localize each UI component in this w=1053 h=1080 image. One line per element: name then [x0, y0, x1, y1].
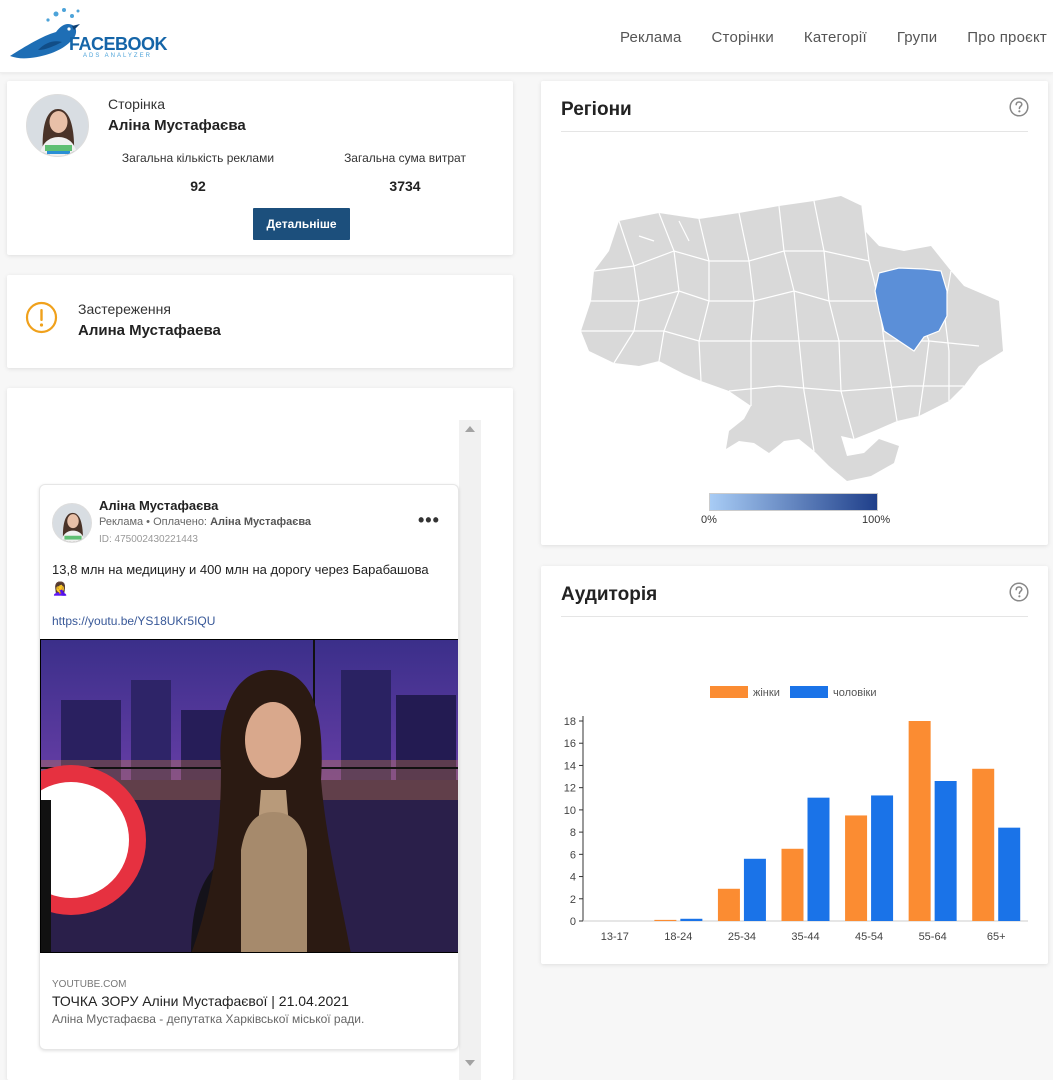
x-tick-label: 13-17 [601, 931, 629, 943]
warning-card: Застереження Алина Мустафаева [7, 275, 513, 368]
y-tick-label: 12 [564, 783, 576, 795]
total-ads-value: 92 [190, 178, 206, 194]
bar-female [908, 721, 931, 921]
x-tick-label: 25-34 [728, 931, 756, 943]
y-tick-label: 4 [570, 872, 576, 884]
nav-groups[interactable]: Групи [897, 29, 937, 46]
post-avatar [52, 503, 92, 543]
post-title[interactable]: ТОЧКА ЗОРУ Аліни Мустафаєвої | 21.04.202… [52, 993, 349, 1009]
help-icon[interactable] [1009, 97, 1029, 122]
post-source: YOUTUBE.COM [52, 979, 127, 990]
nav-about[interactable]: Про проєкт [967, 29, 1047, 46]
bar-female [717, 888, 740, 921]
bar-male [871, 795, 894, 921]
legend-swatch [790, 686, 828, 698]
ad-post: Аліна Мустафаєва Реклама • Оплачено: Алі… [39, 484, 459, 1050]
y-tick-label: 14 [564, 760, 576, 772]
total-spend-value: 3734 [389, 178, 421, 194]
post-video-thumbnail[interactable] [40, 639, 458, 953]
warning-icon [25, 301, 58, 339]
page-label: Сторінка [108, 96, 165, 112]
ad-scrollbar[interactable] [459, 420, 481, 1080]
logo-subtitle: ADS ANALYZER [83, 53, 152, 59]
bar-male [743, 858, 766, 921]
regions-title: Регіони [561, 99, 632, 120]
legend-swatch [710, 686, 748, 698]
more-options-icon[interactable]: ••• [418, 510, 440, 531]
x-tick-label: 45-54 [855, 931, 883, 943]
bar-male [807, 797, 830, 921]
legend-label: жінки [753, 687, 780, 699]
post-meta-prefix: Реклама • Оплачено: [99, 516, 211, 528]
y-tick-label: 6 [570, 849, 576, 861]
post-id: ID: 475002430221443 [99, 534, 198, 545]
y-tick-label: 16 [564, 738, 576, 750]
warning-label: Застереження [78, 301, 171, 317]
scroll-up-arrow-icon[interactable] [465, 426, 475, 432]
regions-card: Регіони 0% 100% [541, 81, 1048, 545]
total-ads-stat: Загальна кількість реклами 92 [88, 151, 308, 194]
y-tick-label: 2 [570, 894, 576, 906]
top-header: FACEBOOK ADS ANALYZER Реклама Сторінки К… [0, 0, 1053, 73]
legend-min: 0% [701, 514, 717, 526]
audience-card: Аудиторія 0 2 4 6 8 10 12 14 16 18 13-17 18-24 25-34… [541, 566, 1048, 964]
legend-max: 100% [862, 514, 891, 526]
nav-categories[interactable]: Категорії [804, 29, 867, 46]
bar-male [934, 781, 957, 921]
post-description: Аліна Мустафаєва - депутатка Харківської… [52, 1012, 365, 1026]
total-spend-stat: Загальна сума витрат 3734 [295, 151, 515, 194]
x-tick-label: 55-64 [919, 931, 947, 943]
regions-divider [561, 131, 1028, 132]
country-shape [581, 196, 1003, 481]
x-tick-label: 65+ [987, 931, 1006, 943]
scroll-down-arrow-icon[interactable] [465, 1060, 475, 1066]
page-summary-card: Сторінка Аліна Мустафаєва Загальна кільк… [7, 81, 513, 255]
nav-pages[interactable]: Сторінки [712, 29, 774, 46]
page-name: Аліна Мустафаєва [108, 117, 246, 134]
x-tick-label: 35-44 [791, 931, 819, 943]
main-nav: Реклама Сторінки Категорії Групи Про про… [620, 29, 1047, 46]
post-author: Аліна Мустафаєва [99, 498, 219, 513]
ukraine-regions-map[interactable] [579, 191, 1009, 481]
details-button[interactable]: Детальніше [253, 208, 350, 240]
audience-bar-chart: 0 2 4 6 8 10 12 14 16 18 13-17 18-24 25-34 35-44 45-54… [564, 686, 1028, 943]
bar-female [845, 815, 868, 921]
x-tick-label: 18-24 [664, 931, 692, 943]
y-tick-label: 10 [564, 805, 576, 817]
bar-male [680, 918, 703, 921]
bar-female [781, 848, 804, 921]
post-meta-payer: Аліна Мустафаєва [210, 516, 312, 528]
y-tick-label: 18 [564, 716, 576, 728]
bar-male [998, 827, 1021, 921]
y-tick-label: 8 [570, 827, 576, 839]
bar-female [972, 768, 995, 921]
ad-preview-card: Аліна Мустафаєва Реклама • Оплачено: Алі… [7, 388, 513, 1080]
legend-label: чоловіки [833, 687, 877, 699]
bar-female [654, 919, 677, 921]
post-link[interactable]: https://youtu.be/YS18UKr5IQU [52, 614, 215, 628]
logo-text: FACEBOOK [69, 34, 168, 54]
total-spend-label: Загальна сума витрат [344, 151, 466, 165]
nav-ads[interactable]: Реклама [620, 29, 682, 46]
post-meta: Реклама • Оплачено: Аліна Мустафаєва [99, 516, 311, 528]
y-tick-label: 0 [570, 916, 576, 928]
total-ads-label: Загальна кількість реклами [121, 151, 275, 165]
post-text: 13,8 млн на медицину и 400 млн на дорогу… [52, 562, 429, 596]
page-avatar [26, 94, 89, 157]
legend-gradient [709, 493, 878, 511]
warning-name: Алина Мустафаева [78, 322, 221, 339]
